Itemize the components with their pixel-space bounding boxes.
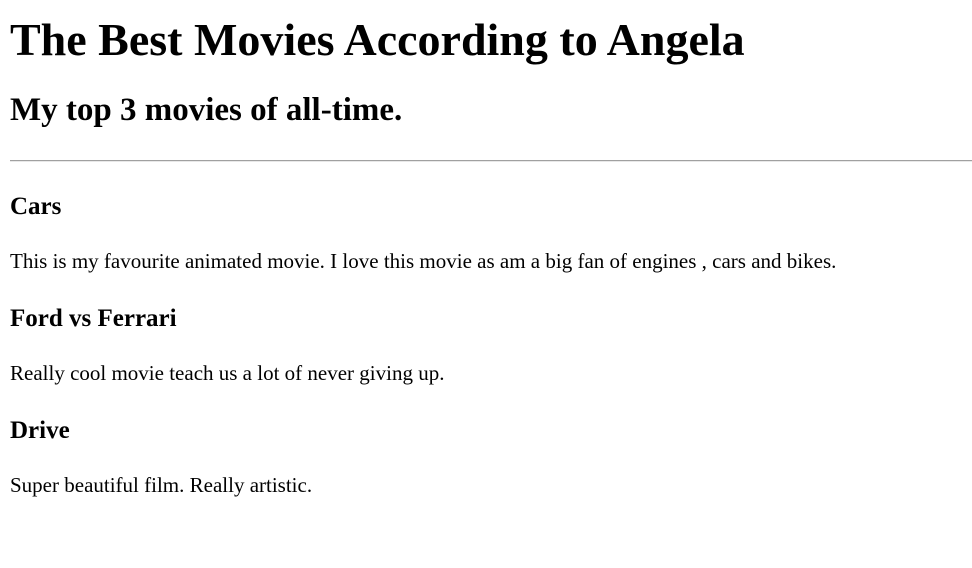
movie-description: This is my favourite animated movie. I l… — [10, 249, 837, 273]
movie-description: Really cool movie teach us a lot of neve… — [10, 361, 445, 385]
movie-item: Cars This is my favourite animated movie… — [10, 192, 972, 274]
movie-item: Drive Super beautiful film. Really artis… — [10, 416, 972, 498]
movie-title: Drive — [10, 417, 70, 444]
movie-title: Cars — [10, 193, 62, 220]
movie-item: Ford vs Ferrari Really cool movie teach … — [10, 304, 972, 386]
movie-list: Cars This is my favourite animated movie… — [10, 192, 972, 498]
movie-description: Super beautiful film. Really artistic. — [10, 473, 313, 497]
page-subtitle: My top 3 movies of all-time. — [10, 92, 403, 128]
page-title: The Best Movies According to Angela — [10, 14, 745, 65]
divider — [10, 160, 972, 162]
movie-title: Ford vs Ferrari — [10, 305, 177, 332]
